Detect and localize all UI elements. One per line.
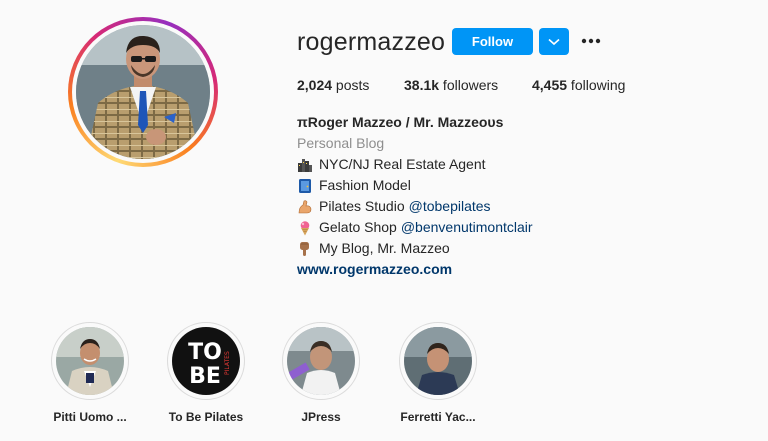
profile-page: rogermazzeo Follow 2,024 posts 38.1k fol…: [0, 0, 768, 441]
profile-header: rogermazzeo: [297, 26, 445, 58]
account-category: Personal Blog: [297, 135, 385, 151]
mention-link[interactable]: @benvenutimontclair: [401, 217, 533, 238]
full-name: πRoger Mazzeo / Mr. Mazzeoυs: [297, 114, 504, 130]
bio-text: Pilates Studio: [319, 198, 405, 214]
followers-label: followers: [439, 77, 499, 93]
door-icon: [299, 178, 311, 193]
highlight-label: Pitti Uomo ...: [53, 410, 127, 424]
profile-bio: πRoger Mazzeo / Mr. Mazzeoυs Personal Bl…: [297, 112, 717, 280]
posts-label: posts: [332, 77, 370, 93]
bio-text: Gelato Shop: [319, 219, 397, 235]
svg-text:PILATES: PILATES: [224, 351, 231, 375]
cityscape-icon: [298, 158, 312, 172]
highlight-ferretti-yachts[interactable]: Ferretti Yac...: [393, 322, 483, 424]
highlight-label: JPress: [301, 410, 341, 424]
svg-text:TO: TO: [188, 340, 222, 365]
followers-count: 38.1k: [404, 77, 440, 93]
posts-stat: 2,024 posts: [297, 76, 369, 94]
highlight-ring: [399, 322, 477, 400]
highlight-label: To Be Pilates: [168, 410, 244, 424]
bio-line-gelato: Gelato Shop @benvenutimontclair: [297, 217, 717, 238]
more-options-icon: [581, 38, 601, 44]
mention-link[interactable]: @tobepilates: [409, 196, 491, 217]
bio-website-line: www.rogermazzeo.com: [297, 259, 717, 280]
highlight-cover: [404, 327, 472, 395]
suggested-accounts-button[interactable]: [539, 28, 569, 55]
pointing-down-icon: [300, 241, 309, 256]
highlight-cover: [56, 327, 124, 395]
flexed-biceps-icon: [298, 199, 312, 213]
bio-line-blog: My Blog, Mr. Mazzeo: [297, 238, 717, 259]
svg-text:BE: BE: [189, 364, 221, 389]
highlight-ring: [282, 322, 360, 400]
highlight-jpress[interactable]: JPress: [276, 322, 366, 424]
highlight-ring: [51, 322, 129, 400]
followers-stat[interactable]: 38.1k followers: [404, 76, 498, 94]
avatar-inner-ring: [72, 21, 214, 163]
highlight-to-be-pilates[interactable]: TO BE PILATES To Be Pilates: [161, 322, 251, 424]
following-count: 4,455: [532, 77, 568, 93]
bio-line-real-estate: NYC/NJ Real Estate Agent: [297, 154, 717, 175]
highlight-label: Ferretti Yac...: [400, 410, 476, 424]
highlight-cover: TO BE PILATES: [172, 327, 240, 395]
follow-button[interactable]: Follow: [452, 28, 533, 55]
highlight-cover: [287, 327, 355, 395]
bio-text: My Blog, Mr. Mazzeo: [319, 240, 450, 256]
profile-avatar[interactable]: [68, 17, 218, 167]
username: rogermazzeo: [297, 27, 446, 56]
bio-text: NYC/NJ Real Estate Agent: [319, 156, 486, 172]
following-label: following: [567, 77, 626, 93]
bio-text: Fashion Model: [319, 177, 411, 193]
avatar-photo: [76, 25, 210, 159]
following-stat[interactable]: 4,455 following: [532, 76, 625, 94]
highlight-pitti-uomo[interactable]: Pitti Uomo ...: [45, 322, 135, 424]
bio-line-pilates: Pilates Studio @tobepilates: [297, 196, 717, 217]
highlight-ring: TO BE PILATES: [167, 322, 245, 400]
posts-count: 2,024: [297, 77, 333, 93]
bio-line-fashion: Fashion Model: [297, 175, 717, 196]
ice-cream-icon: [300, 220, 310, 235]
more-options-button[interactable]: [580, 31, 602, 51]
chevron-down-icon: [548, 38, 560, 45]
website-link[interactable]: www.rogermazzeo.com: [297, 259, 452, 280]
